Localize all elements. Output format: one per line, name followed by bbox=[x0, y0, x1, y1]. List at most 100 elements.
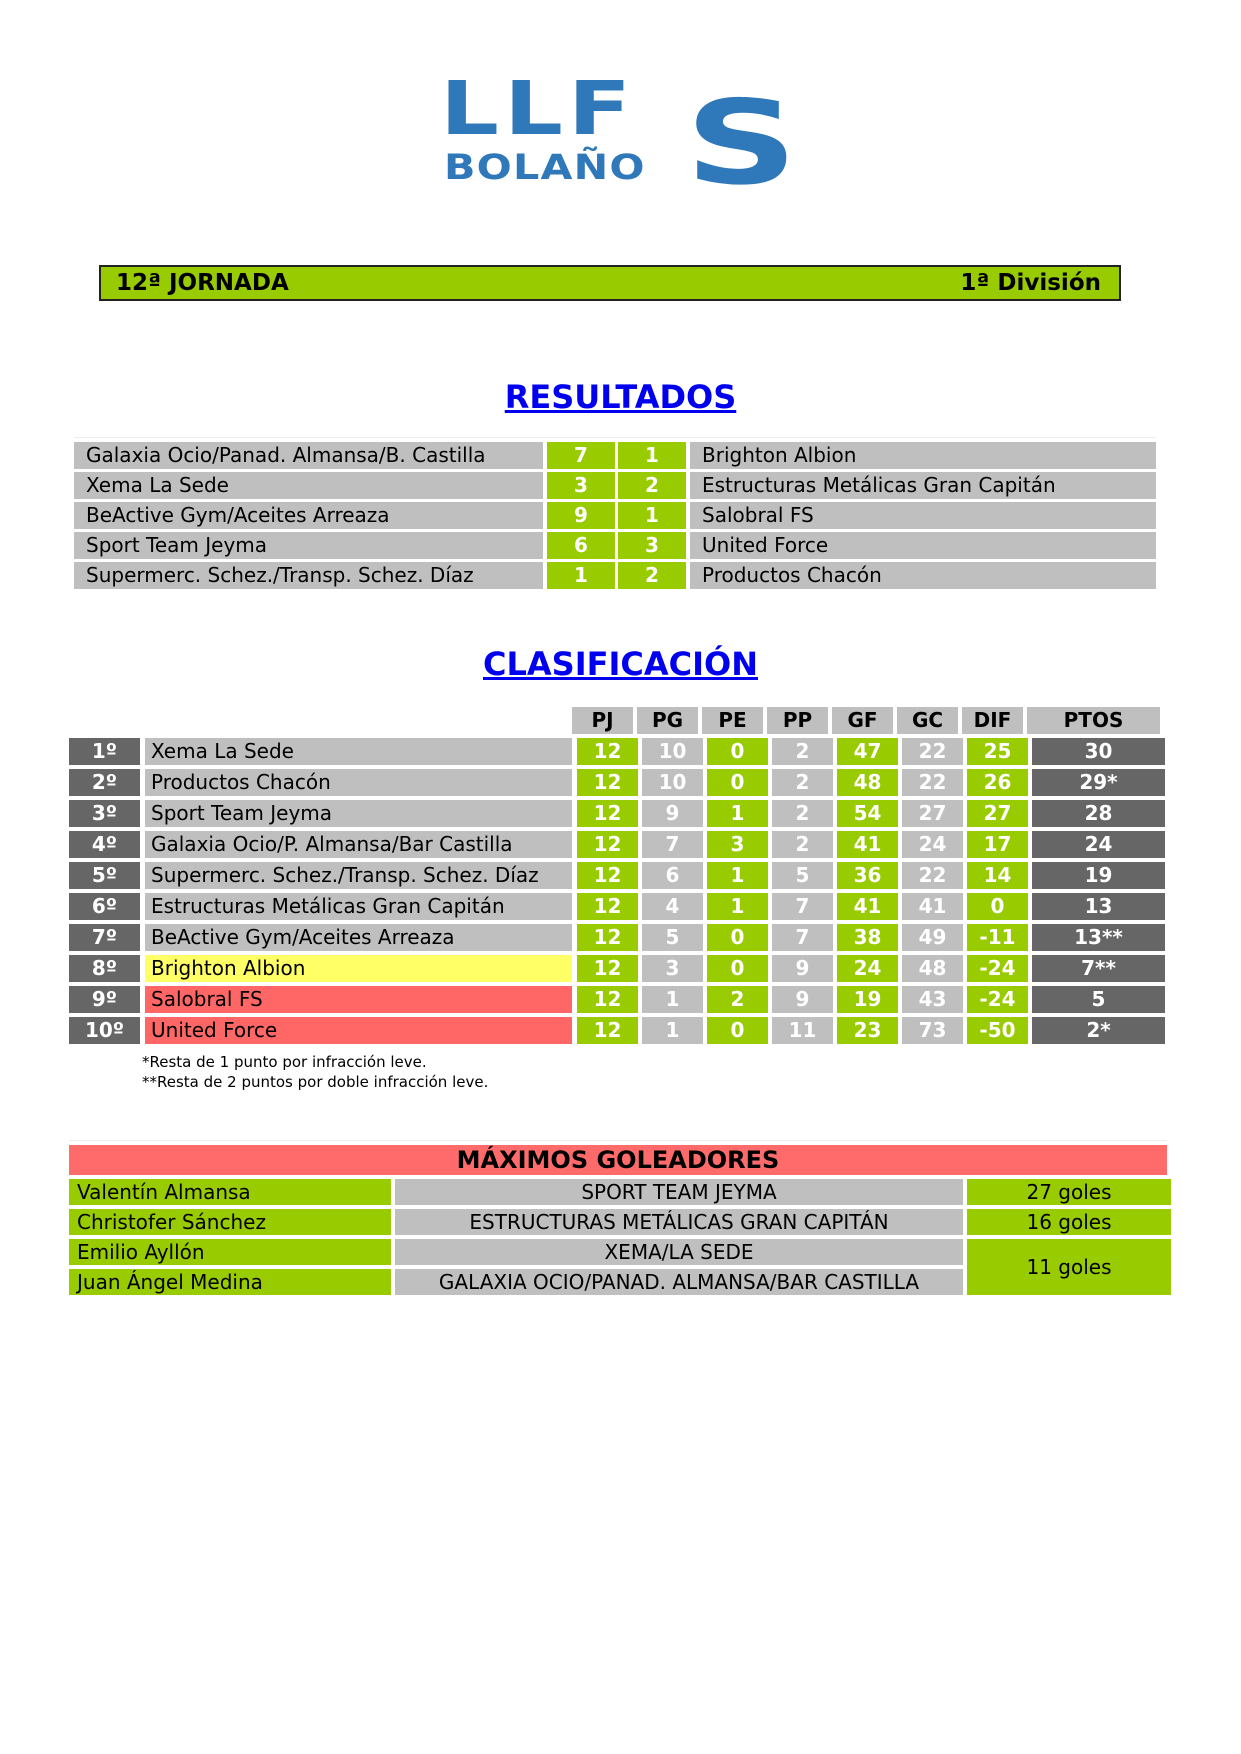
stat-gc: 27 bbox=[902, 800, 963, 827]
team-name: Salobral FS bbox=[145, 986, 572, 1013]
stat-gc: 41 bbox=[902, 893, 963, 920]
stat-gc: 24 bbox=[902, 831, 963, 858]
standings-row: 8º Brighton Albion 12 3 0 9 24 48 -24 7** bbox=[69, 955, 1167, 982]
stat-pp: 9 bbox=[772, 955, 833, 982]
column-header-gc: GC bbox=[897, 707, 958, 734]
stat-gc: 22 bbox=[902, 738, 963, 765]
team-name: Brighton Albion bbox=[145, 955, 572, 982]
stat-dif: 27 bbox=[967, 800, 1028, 827]
stat-gf: 24 bbox=[837, 955, 898, 982]
home-score: 3 bbox=[547, 472, 615, 499]
stat-gf: 48 bbox=[837, 769, 898, 796]
stat-pj: 12 bbox=[577, 800, 638, 827]
column-header-pj: PJ bbox=[572, 707, 633, 734]
points: 24 bbox=[1032, 831, 1165, 858]
column-header-dif: DIF bbox=[962, 707, 1023, 734]
stat-gc: 43 bbox=[902, 986, 963, 1013]
standings-row: 1º Xema La Sede 12 10 0 2 47 22 25 30 bbox=[69, 738, 1167, 765]
stat-pg: 1 bbox=[642, 986, 703, 1013]
standings-table: PJ PG PE PP GF GC DIF PTOS 1º Xema La Sede 12 10 0 2… bbox=[69, 707, 1167, 1048]
points: 29* bbox=[1032, 769, 1165, 796]
stat-dif: -11 bbox=[967, 924, 1028, 951]
scorer-name: Christofer Sánchez bbox=[69, 1209, 391, 1235]
stat-pp: 7 bbox=[772, 924, 833, 951]
stat-pg: 6 bbox=[642, 862, 703, 889]
points: 30 bbox=[1032, 738, 1165, 765]
column-header-pg: PG bbox=[637, 707, 698, 734]
scorer-team: SPORT TEAM JEYMA bbox=[395, 1179, 963, 1205]
stat-dif: -24 bbox=[967, 955, 1028, 982]
stat-dif: 17 bbox=[967, 831, 1028, 858]
home-team: Supermerc. Schez./Transp. Schez. Díaz bbox=[74, 562, 543, 589]
stat-pj: 12 bbox=[577, 924, 638, 951]
team-name: Supermerc. Schez./Transp. Schez. Díaz bbox=[145, 862, 572, 889]
stat-pe: 3 bbox=[707, 831, 768, 858]
stat-pj: 12 bbox=[577, 955, 638, 982]
stat-pe: 0 bbox=[707, 924, 768, 951]
points: 7** bbox=[1032, 955, 1165, 982]
points: 13 bbox=[1032, 893, 1165, 920]
away-team: Brighton Albion bbox=[690, 442, 1156, 469]
home-score: 7 bbox=[547, 442, 615, 469]
stat-pe: 1 bbox=[707, 800, 768, 827]
scorer-name: Valentín Almansa bbox=[69, 1179, 391, 1205]
position: 8º bbox=[69, 955, 140, 982]
stat-gc: 22 bbox=[902, 862, 963, 889]
away-score: 2 bbox=[618, 562, 686, 589]
stat-pp: 7 bbox=[772, 893, 833, 920]
points: 19 bbox=[1032, 862, 1165, 889]
stat-pj: 12 bbox=[577, 862, 638, 889]
stat-pg: 10 bbox=[642, 769, 703, 796]
position: 6º bbox=[69, 893, 140, 920]
standings-row: 5º Supermerc. Schez./Transp. Schez. Díaz 1… bbox=[69, 862, 1167, 889]
stat-gf: 47 bbox=[837, 738, 898, 765]
stat-pj: 12 bbox=[577, 986, 638, 1013]
scorer-goals: 16 goles bbox=[967, 1209, 1171, 1235]
stat-gf: 41 bbox=[837, 893, 898, 920]
away-team: Estructuras Metálicas Gran Capitán bbox=[690, 472, 1156, 499]
top-scorers-title: MÁXIMOS GOLEADORES bbox=[69, 1145, 1167, 1175]
stat-dif: 14 bbox=[967, 862, 1028, 889]
position: 3º bbox=[69, 800, 140, 827]
stat-pj: 12 bbox=[577, 769, 638, 796]
position: 2º bbox=[69, 769, 140, 796]
stat-pp: 11 bbox=[772, 1017, 833, 1044]
stat-pj: 12 bbox=[577, 1017, 638, 1044]
position: 1º bbox=[69, 738, 140, 765]
points: 5 bbox=[1032, 986, 1165, 1013]
column-header-pe: PE bbox=[702, 707, 763, 734]
standings-title: CLASIFICACIÓN bbox=[483, 645, 758, 683]
jornada-header: 12ª JORNADA 1ª División bbox=[99, 265, 1121, 301]
scorer-team: XEMA/LA SEDE bbox=[395, 1239, 963, 1265]
stat-gf: 41 bbox=[837, 831, 898, 858]
match-row: Sport Team Jeyma 6 3 United Force bbox=[74, 532, 1156, 559]
position: 5º bbox=[69, 862, 140, 889]
stat-pg: 10 bbox=[642, 738, 703, 765]
stat-pg: 9 bbox=[642, 800, 703, 827]
scorer-name: Emilio Ayllón bbox=[69, 1239, 391, 1265]
standings-row: 2º Productos Chacón 12 10 0 2 48 22 26 29* bbox=[69, 769, 1167, 796]
stat-pe: 0 bbox=[707, 955, 768, 982]
stat-gf: 19 bbox=[837, 986, 898, 1013]
team-name: Galaxia Ocio/P. Almansa/Bar Castilla bbox=[145, 831, 572, 858]
match-row: Galaxia Ocio/Panad. Almansa/B. Castilla 7… bbox=[74, 442, 1156, 469]
home-team: Galaxia Ocio/Panad. Almansa/B. Castilla bbox=[74, 442, 543, 469]
position: 9º bbox=[69, 986, 140, 1013]
stat-pe: 1 bbox=[707, 893, 768, 920]
stat-gc: 73 bbox=[902, 1017, 963, 1044]
team-name: Estructuras Metálicas Gran Capitán bbox=[145, 893, 572, 920]
standings-row: 3º Sport Team Jeyma 12 9 1 2 54 27 27 28 bbox=[69, 800, 1167, 827]
away-score: 2 bbox=[618, 472, 686, 499]
home-team: Xema La Sede bbox=[74, 472, 543, 499]
standings-notes: *Resta de 1 punto por infracción leve. *… bbox=[142, 1052, 488, 1092]
column-header-ptos: PTOS bbox=[1027, 707, 1160, 734]
standings-row: 7º BeActive Gym/Aceites Arreaza 12 5 0 7 38 49-… bbox=[69, 924, 1167, 951]
stat-pj: 12 bbox=[577, 738, 638, 765]
away-team: Productos Chacón bbox=[690, 562, 1156, 589]
divider bbox=[74, 437, 1156, 438]
stat-pg: 3 bbox=[642, 955, 703, 982]
team-name: United Force bbox=[145, 1017, 572, 1044]
scorer-team: GALAXIA OCIO/PANAD. ALMANSA/BAR CASTILLA bbox=[395, 1269, 963, 1295]
home-score: 6 bbox=[547, 532, 615, 559]
stat-dif: -50 bbox=[967, 1017, 1028, 1044]
